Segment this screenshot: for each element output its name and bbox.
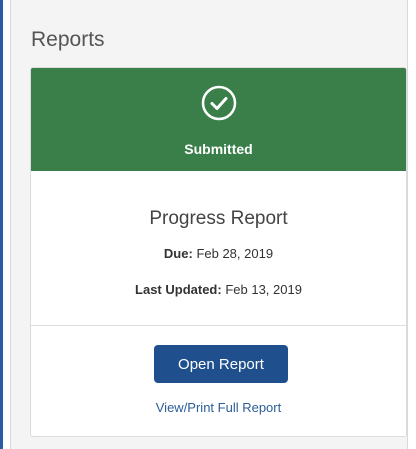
open-report-button[interactable]: Open Report (154, 345, 288, 383)
report-details: Progress Report Due: Feb 28, 2019 Last U… (31, 171, 406, 326)
panel-title: Reports (31, 28, 105, 51)
report-name: Progress Report (149, 208, 288, 229)
left-accent-border (0, 0, 3, 449)
view-print-full-report-link[interactable]: View/Print Full Report (31, 400, 406, 415)
due-date: Due: Feb 28, 2019 (31, 246, 406, 261)
last-updated-value: Feb 13, 2019 (225, 282, 302, 297)
status-label: Submitted (184, 141, 253, 157)
report-card: Submitted Progress Report Due: Feb 28, 2… (30, 67, 407, 437)
last-updated-label: Last Updated: (135, 282, 222, 297)
check-circle-icon (201, 85, 237, 121)
status-header: Submitted (31, 68, 406, 171)
last-updated: Last Updated: Feb 13, 2019 (31, 282, 406, 297)
report-actions: Open Report View/Print Full Report (31, 326, 406, 436)
due-label: Due: (163, 246, 193, 261)
reports-panel: Reports Submitted Progress Report Due: F… (10, 0, 408, 449)
due-value: Feb 28, 2019 (196, 246, 274, 261)
